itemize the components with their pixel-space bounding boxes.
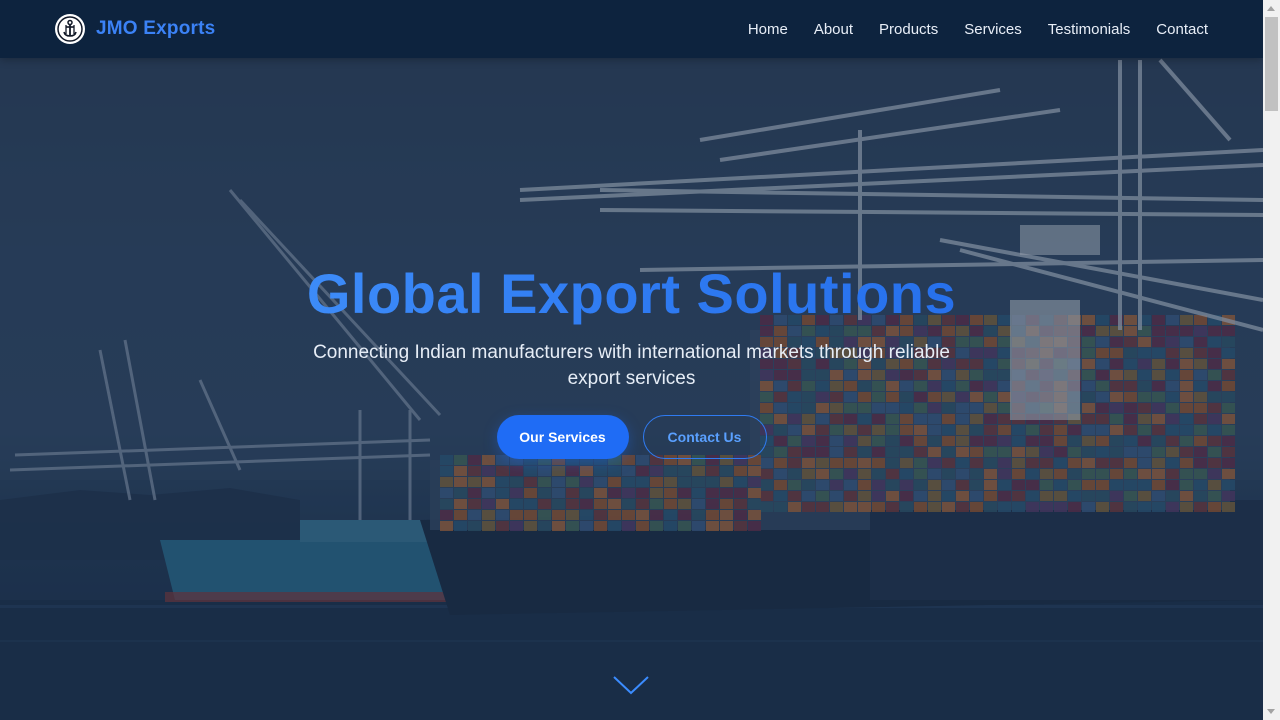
anchor-logo-icon [55, 14, 85, 44]
our-services-button[interactable]: Our Services [496, 415, 629, 459]
brand[interactable]: JMO Exports [55, 13, 215, 45]
nav-products[interactable]: Products [879, 21, 938, 38]
navbar: JMO Exports Home About Products Services… [0, 0, 1263, 58]
hero-title: Global Export Solutions [0, 258, 1263, 330]
scroll-up-arrow-icon[interactable] [1263, 0, 1280, 17]
nav-home[interactable]: Home [748, 21, 788, 38]
nav-about[interactable]: About [814, 21, 853, 38]
scrollbar-thumb[interactable] [1265, 17, 1278, 111]
hero-buttons: Our Services Contact Us [0, 415, 1263, 459]
nav-testimonials[interactable]: Testimonials [1048, 21, 1131, 38]
chevron-down-icon[interactable] [612, 674, 650, 696]
main-nav: Home About Products Services Testimonial… [722, 0, 1208, 58]
scroll-down-arrow-icon[interactable] [1263, 703, 1280, 720]
page-scrollbar[interactable] [1263, 0, 1280, 720]
contact-us-button[interactable]: Contact Us [642, 415, 767, 459]
brand-name: JMO Exports [96, 18, 216, 39]
hero-subtitle: Connecting Indian manufacturers with int… [313, 342, 950, 389]
page: JMO Exports Home About Products Services… [0, 0, 1263, 720]
nav-contact[interactable]: Contact [1156, 21, 1208, 38]
nav-services[interactable]: Services [964, 21, 1022, 38]
